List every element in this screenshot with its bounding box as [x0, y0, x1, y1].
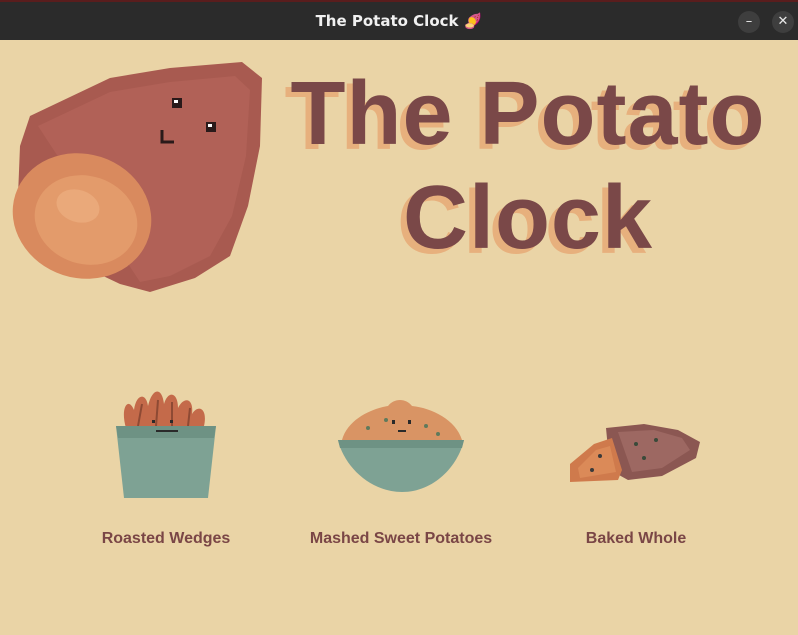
- option-label-mashed-sweet-potatoes[interactable]: Mashed Sweet Potatoes: [281, 530, 521, 548]
- window-titlebar: The Potato Clock 🍠 – ✕: [0, 0, 798, 40]
- heading-line-1: The Potato: [290, 64, 766, 164]
- sweet-potato-mascot-icon: [12, 62, 262, 292]
- option-label-roasted-wedges[interactable]: Roasted Wedges: [46, 530, 286, 548]
- close-button[interactable]: ✕: [772, 11, 794, 33]
- roasted-wedges-icon[interactable]: [112, 386, 222, 504]
- mashed-sweet-potatoes-icon[interactable]: [334, 396, 468, 496]
- option-label-baked-whole[interactable]: Baked Whole: [516, 530, 756, 548]
- minimize-button[interactable]: –: [738, 11, 760, 33]
- app-heading: The Potato Clock: [278, 62, 778, 270]
- window-title: The Potato Clock 🍠: [315, 12, 483, 30]
- heading-line-2: Clock: [402, 168, 654, 268]
- main-content: The Potato Clock Roasted Wedges Mashed S…: [0, 40, 798, 635]
- baked-whole-icon[interactable]: [566, 422, 706, 488]
